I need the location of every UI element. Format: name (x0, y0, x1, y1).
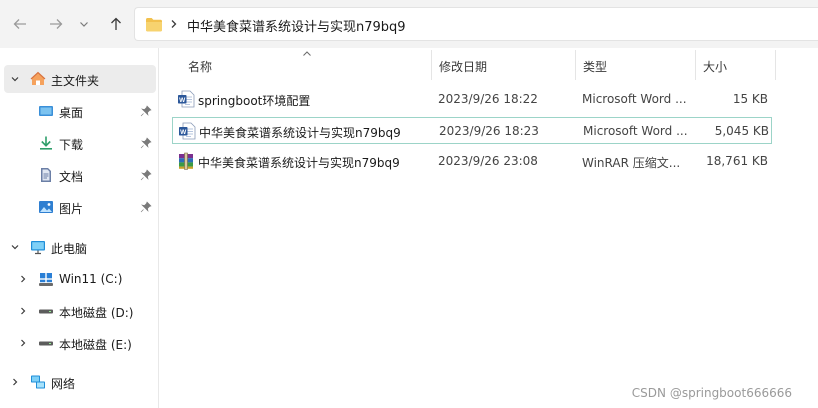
sidebar-item-drive-d[interactable]: 本地磁盘 (D:) (4, 297, 156, 325)
file-type: Microsoft Word ... (582, 92, 687, 106)
file-name: springboot环境配置 (198, 94, 311, 108)
file-row[interactable]: W springboot环境配置 2023/9/26 18:22 Microso… (172, 86, 772, 113)
up-button[interactable] (104, 12, 128, 36)
chevron-right-icon[interactable] (18, 338, 28, 348)
sidebar-item-this-pc[interactable]: 此电脑 (4, 233, 156, 261)
recent-locations-button[interactable] (74, 12, 94, 36)
sidebar-item-drive-c[interactable]: Win11 (C:) (4, 265, 156, 293)
file-name: 中华美食菜谱系统设计与实现n79bq9 (198, 156, 400, 170)
address-input[interactable]: 中华美食菜谱系统设计与实现n79bq9 (134, 7, 818, 41)
chevron-down-icon[interactable] (10, 242, 20, 252)
file-row[interactable]: 中华美食菜谱系统设计与实现n79bq9 2023/9/26 23:08 WinR… (172, 148, 772, 175)
desktop-icon (39, 106, 53, 116)
svg-text:W: W (180, 129, 187, 136)
chevron-right-icon[interactable] (18, 274, 28, 284)
sidebar-item-drive-e[interactable]: 本地磁盘 (E:) (4, 329, 156, 357)
file-date: 2023/9/26 18:23 (439, 124, 539, 138)
sidebar-item-label: 此电脑 (51, 242, 88, 256)
sidebar-item-label: Win11 (C:) (59, 272, 123, 286)
column-header-size[interactable]: 大小 (695, 48, 775, 80)
file-size: 18,761 KB (706, 154, 768, 168)
sidebar-item-documents[interactable]: 文档 (4, 161, 156, 189)
word-doc-icon: W (179, 122, 196, 140)
watermark: CSDN @springboot666666 (631, 386, 792, 400)
column-divider[interactable] (775, 50, 776, 80)
file-type: Microsoft Word ... (583, 124, 688, 138)
sidebar-item-label: 下载 (59, 138, 84, 152)
sidebar-item-label: 网络 (51, 377, 76, 391)
navigation-pane: 主文件夹 桌面 下载 文档 图片 此电脑 Win11 (C:) 本地磁盘 (D:… (0, 48, 159, 408)
drive-icon (39, 309, 53, 314)
drive-icon (39, 341, 53, 346)
pin-icon[interactable] (140, 137, 152, 149)
sidebar-item-downloads[interactable]: 下载 (4, 129, 156, 157)
file-type: WinRAR 压缩文... (582, 156, 681, 170)
chevron-right-icon (171, 20, 177, 28)
sidebar-item-home[interactable]: 主文件夹 (4, 65, 156, 93)
file-name: 中华美食菜谱系统设计与实现n79bq9 (199, 126, 401, 140)
sidebar-item-label: 桌面 (59, 106, 84, 120)
pin-icon[interactable] (140, 105, 152, 117)
file-date: 2023/9/26 23:08 (438, 154, 538, 168)
pin-icon[interactable] (140, 201, 152, 213)
arrow-up-icon (111, 17, 121, 30)
home-icon (30, 71, 46, 85)
computer-icon (31, 241, 45, 255)
sidebar-item-network[interactable]: 网络 (4, 368, 156, 396)
address-bar-area: 中华美食菜谱系统设计与实现n79bq9 (0, 0, 818, 48)
network-icon (31, 375, 45, 389)
column-header-label: 名称 (188, 60, 213, 74)
sidebar-item-label: 本地磁盘 (D:) (59, 306, 134, 320)
svg-text:W: W (179, 97, 186, 104)
breadcrumb-current-folder[interactable]: 中华美食菜谱系统设计与实现n79bq9 (187, 16, 406, 35)
sidebar-item-desktop[interactable]: 桌面 (4, 97, 156, 125)
arrow-right-icon (50, 19, 63, 29)
folder-icon (146, 18, 162, 32)
picture-icon (39, 201, 53, 213)
sidebar-item-label: 图片 (59, 202, 84, 216)
document-icon (41, 168, 51, 182)
arrow-left-icon (13, 19, 26, 29)
column-header-type[interactable]: 类型 (575, 48, 695, 80)
back-button[interactable] (8, 12, 32, 36)
column-header-label: 修改日期 (439, 60, 488, 74)
sidebar-item-label: 主文件夹 (51, 74, 100, 88)
chevron-down-icon (80, 22, 88, 27)
column-header-date[interactable]: 修改日期 (431, 48, 575, 80)
windows-drive-icon (39, 273, 53, 286)
forward-button[interactable] (44, 12, 68, 36)
chevron-right-icon[interactable] (18, 306, 28, 316)
file-size: 15 KB (732, 92, 768, 106)
download-icon (40, 136, 52, 150)
file-size: 5,045 KB (714, 124, 769, 138)
winrar-archive-icon (179, 152, 193, 170)
sidebar-item-label: 本地磁盘 (E:) (59, 338, 132, 352)
word-doc-icon: W (178, 90, 195, 108)
sidebar-item-pictures[interactable]: 图片 (4, 193, 156, 221)
column-header-label: 大小 (703, 60, 728, 74)
chevron-right-icon[interactable] (10, 377, 20, 387)
file-row[interactable]: W 中华美食菜谱系统设计与实现n79bq9 2023/9/26 18:23 Mi… (172, 117, 772, 144)
sidebar-item-label: 文档 (59, 170, 84, 184)
pin-icon[interactable] (140, 169, 152, 181)
chevron-down-icon[interactable] (10, 74, 20, 84)
column-header-name[interactable]: 名称 (180, 48, 431, 80)
column-header-label: 类型 (583, 60, 608, 74)
file-date: 2023/9/26 18:22 (438, 92, 538, 106)
